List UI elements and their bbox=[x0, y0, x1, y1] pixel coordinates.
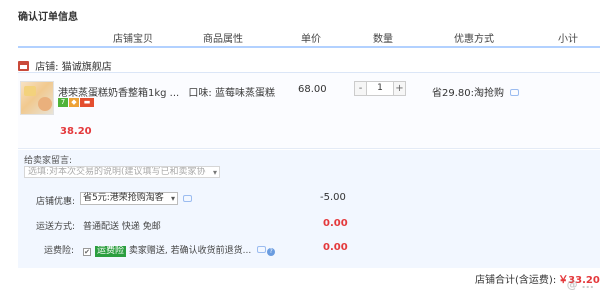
shop-total-label: 店铺合计(含运费) bbox=[475, 275, 553, 286]
shipping-label: 运送方式: bbox=[36, 222, 76, 232]
column-header-subtotal: 小计 bbox=[558, 34, 578, 45]
help-icon[interactable]: ? bbox=[267, 248, 276, 256]
insurance-label: 运费险: bbox=[44, 246, 75, 256]
coupon-discount-value: -5.00 bbox=[320, 192, 346, 203]
shop-row: 店铺: 猫诚旗舰店 bbox=[18, 58, 112, 73]
chevron-down-icon: ▾ bbox=[212, 168, 217, 177]
shipping-method: 普通配送 快递 免邮 bbox=[83, 222, 161, 232]
column-header-attribute: 商品属性 bbox=[203, 34, 243, 45]
promotion-info: 省29.80:淘抢购 bbox=[432, 84, 520, 99]
insurance-fee: 0.00 bbox=[323, 242, 348, 253]
quantity-input[interactable]: 1 bbox=[367, 81, 393, 96]
seven-day-return-icon[interactable]: 7 bbox=[58, 98, 68, 107]
insurance-text: 卖家赠送, 若确认收货前退货... bbox=[128, 246, 252, 256]
seller-message-placeholder: 选填:对本次交易的说明(建议填写已和卖家协 bbox=[28, 167, 206, 177]
item-subtotal: 38.20 bbox=[60, 126, 92, 137]
column-header-quantity: 数量 bbox=[373, 34, 393, 45]
unit-price: 68.00 bbox=[298, 84, 327, 95]
invoice-icon[interactable]: ▬ bbox=[80, 98, 94, 107]
seller-message-input[interactable]: 选填:对本次交易的说明(建议填写已和卖家协 ▾ bbox=[24, 166, 220, 178]
shipping-fee: 0.00 bbox=[323, 218, 348, 229]
coupon-select[interactable]: 省5元:港荣抢购淘客 ▾ bbox=[80, 192, 178, 205]
product-attribute: 口味: 蓝莓味蒸蛋糕 bbox=[188, 88, 275, 99]
quantity-decrease-button[interactable]: - bbox=[354, 81, 367, 96]
column-header-bar: 店铺宝贝 商品属性 单价 数量 优惠方式 小计 bbox=[18, 26, 600, 48]
chevron-down-icon: ▾ bbox=[170, 194, 175, 203]
product-thumbnail[interactable] bbox=[20, 81, 54, 115]
insurance-detail-icon[interactable] bbox=[257, 246, 267, 253]
insurance-checkbox[interactable]: ✔ bbox=[83, 248, 91, 256]
column-header-price: 单价 bbox=[301, 34, 321, 45]
coupon-detail-icon[interactable] bbox=[183, 195, 192, 202]
coupon-selected-value: 省5元:港荣抢购淘客 bbox=[83, 193, 164, 203]
quantity-stepper: - 1 + bbox=[354, 81, 406, 96]
page-title: 确认订单信息 bbox=[18, 12, 78, 23]
column-header-item: 店铺宝贝 bbox=[113, 34, 153, 45]
insurance-row: ✔ 运费险 卖家赠送, 若确认收货前退货... ? bbox=[83, 243, 276, 257]
insurance-tag: 运费险 bbox=[95, 246, 127, 257]
coupon-label: 店铺优惠: bbox=[36, 197, 76, 207]
column-header-promotion: 优惠方式 bbox=[454, 34, 494, 45]
seller-message-label: 给卖家留言: bbox=[24, 156, 73, 166]
promotion-text: 省29.80:淘抢购 bbox=[432, 88, 504, 99]
product-info: 港荣蒸蛋糕奶香整箱1kg ... 口味: 蓝莓味蒸蛋糕 bbox=[58, 84, 275, 99]
watermark: @ ... bbox=[566, 278, 594, 291]
shop-icon bbox=[18, 61, 29, 71]
service-badges: 7 ◆ ▬ bbox=[58, 98, 95, 107]
guarantee-icon[interactable]: ◆ bbox=[69, 98, 79, 107]
promotion-detail-icon[interactable] bbox=[510, 89, 520, 96]
quantity-increase-button[interactable]: + bbox=[393, 81, 406, 96]
